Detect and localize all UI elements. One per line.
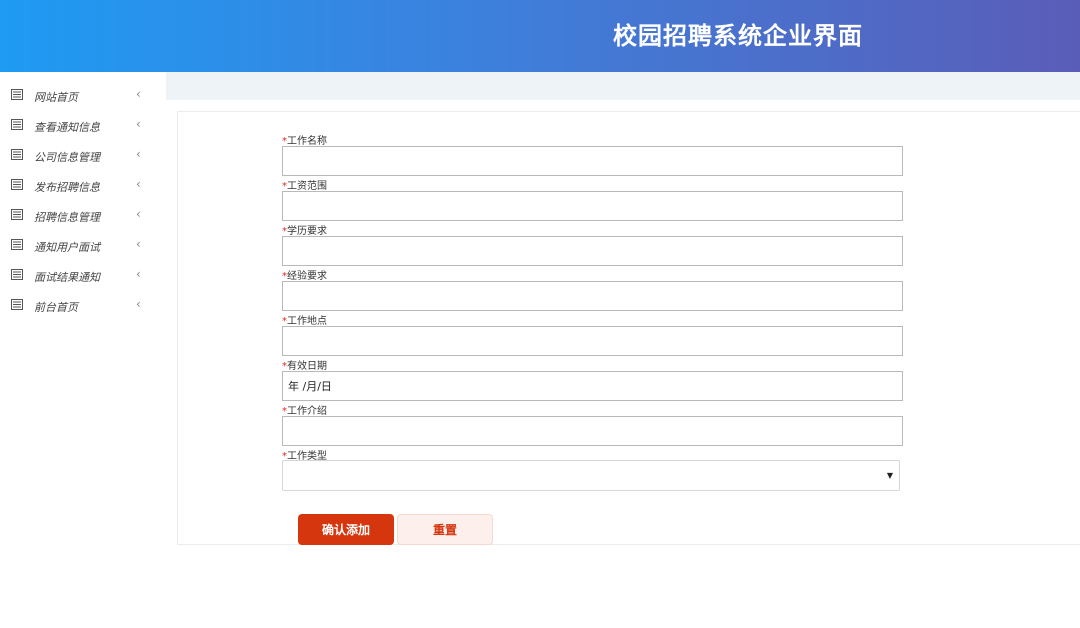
list-icon: [11, 89, 23, 100]
confirm-add-button[interactable]: 确认添加: [298, 514, 394, 545]
caret-down-icon: ▼: [886, 471, 893, 480]
list-icon: [11, 179, 23, 190]
chevron-left-icon: ‹: [136, 207, 141, 221]
sidebar-item-label: 招聘信息管理: [34, 211, 100, 224]
list-icon: [11, 209, 23, 220]
list-icon: [11, 299, 23, 310]
sidebar-item-label: 前台首页: [34, 301, 78, 314]
job-name-input[interactable]: [282, 146, 903, 176]
sidebar-item-job-manage[interactable]: 招聘信息管理 ‹: [0, 200, 166, 230]
list-icon: [11, 149, 23, 160]
chevron-left-icon: ‹: [136, 297, 141, 311]
sidebar-item-post-job[interactable]: 发布招聘信息 ‹: [0, 170, 166, 200]
chevron-left-icon: ‹: [136, 267, 141, 281]
job-name-label: *工作名称: [282, 136, 327, 147]
description-input[interactable]: [282, 416, 903, 446]
sidebar-item-label: 查看通知信息: [34, 121, 100, 134]
sidebar-item-notices[interactable]: 查看通知信息 ‹: [0, 110, 166, 140]
content-top-bar: [166, 72, 1080, 100]
reset-button[interactable]: 重置: [397, 514, 493, 545]
education-input[interactable]: [282, 236, 903, 266]
sidebar-item-label: 通知用户面试: [34, 241, 100, 254]
sidebar-item-frontpage[interactable]: 前台首页 ‹: [0, 290, 166, 320]
chevron-left-icon: ‹: [136, 117, 141, 131]
list-icon: [11, 269, 23, 280]
sidebar-item-home[interactable]: 网站首页 ‹: [0, 80, 166, 110]
sidebar-item-company[interactable]: 公司信息管理 ‹: [0, 140, 166, 170]
valid-date-input[interactable]: 年 /月/日: [282, 371, 903, 401]
list-icon: [11, 119, 23, 130]
valid-date-label: *有效日期: [282, 361, 327, 372]
education-label: *学历要求: [282, 226, 327, 237]
date-placeholder: 年 /月/日: [288, 380, 332, 393]
experience-label: *经验要求: [282, 271, 327, 282]
chevron-left-icon: ‹: [136, 237, 141, 251]
sidebar-item-interview-result[interactable]: 面试结果通知 ‹: [0, 260, 166, 290]
salary-range-label: *工资范围: [282, 181, 327, 192]
top-header: 校园招聘系统企业界面: [0, 0, 1080, 72]
chevron-left-icon: ‹: [136, 147, 141, 161]
sidebar-item-label: 网站首页: [34, 91, 78, 104]
job-type-select[interactable]: ▼: [282, 460, 900, 491]
experience-input[interactable]: [282, 281, 903, 311]
description-label: *工作介绍: [282, 406, 327, 417]
list-icon: [11, 239, 23, 250]
chevron-left-icon: ‹: [136, 87, 141, 101]
sidebar-item-interview-notify[interactable]: 通知用户面试 ‹: [0, 230, 166, 260]
sidebar-item-label: 发布招聘信息: [34, 181, 100, 194]
location-label: *工作地点: [282, 316, 327, 327]
sidebar-item-label: 公司信息管理: [34, 151, 100, 164]
sidebar: 网站首页 ‹ 查看通知信息 ‹ 公司信息管理 ‹ 发布招聘信息 ‹ 招聘信息管理…: [0, 72, 166, 628]
location-input[interactable]: [282, 326, 903, 356]
sidebar-item-label: 面试结果通知: [34, 271, 100, 284]
chevron-left-icon: ‹: [136, 177, 141, 191]
salary-range-input[interactable]: [282, 191, 903, 221]
system-title: 校园招聘系统企业界面: [613, 21, 863, 50]
